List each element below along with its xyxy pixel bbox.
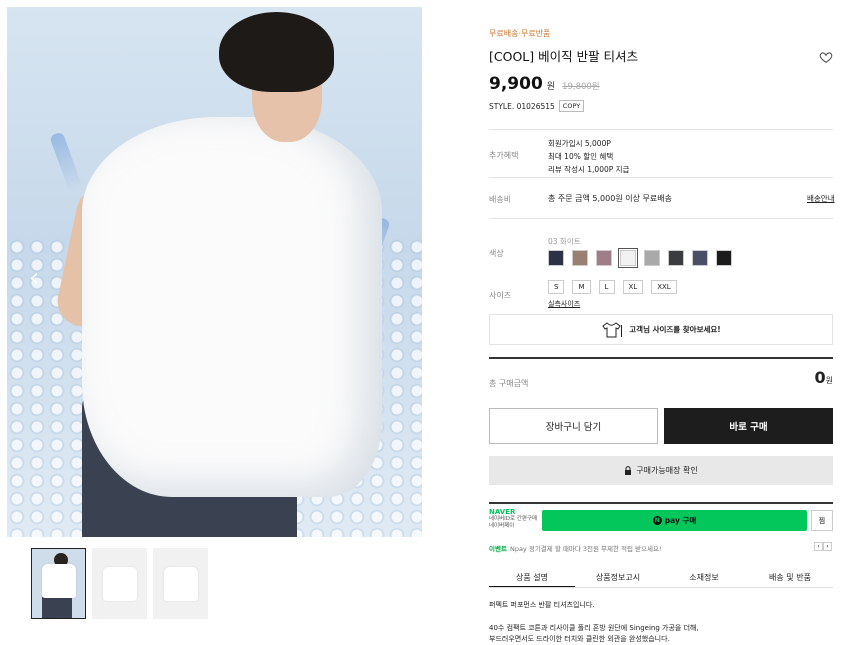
npay-wishlist-button[interactable]: 찜 <box>811 510 833 531</box>
color-swatch[interactable] <box>572 250 588 266</box>
style-row: STYLE. 01026515 COPY <box>489 100 833 112</box>
copy-button[interactable]: COPY <box>558 100 585 112</box>
color-swatch[interactable] <box>692 250 708 266</box>
naver-sub2: 네이버페이 <box>489 523 515 529</box>
color-swatch[interactable] <box>596 250 612 266</box>
size-guide-link[interactable]: 실측사이즈 <box>548 299 580 309</box>
size-option-l[interactable]: L <box>598 280 615 294</box>
thumbnail-back[interactable] <box>153 548 208 619</box>
product-description: 퍼펙트 퍼포먼스 반팔 티셔츠입니다. 40수 컴팩트 코튼과 리사이클 폴리 … <box>489 600 699 645</box>
event-prev-icon[interactable]: ‹ <box>814 542 823 551</box>
shipping-text: 총 주문 금액 5,000원 이상 무료배송 <box>548 194 672 203</box>
size-label: 사이즈 <box>489 291 512 300</box>
npay-event-row: 이벤트 Npay 정기결제 할 때마다 3천원 무제한 적립 받으세요! <box>489 543 662 553</box>
color-swatch[interactable] <box>548 250 564 266</box>
event-next-icon[interactable]: › <box>823 542 832 551</box>
wishlist-heart-icon[interactable] <box>819 50 833 64</box>
size-option-xxl[interactable]: XXL <box>651 280 677 294</box>
sale-price: 9,900 <box>489 74 543 94</box>
color-swatch[interactable] <box>644 250 660 266</box>
tab-3[interactable]: 소재정보 <box>661 570 747 587</box>
price-row: 9,900 원 19,800원 <box>489 74 833 94</box>
tab-2[interactable]: 상품정보고시 <box>575 570 661 587</box>
product-main-image: ‹ <box>7 7 422 537</box>
check-store-label: 구매가능매장 확인 <box>636 466 698 475</box>
detail-tabs: 상품 설명 상품정보고시 소재정보 배송 및 반품 <box>489 570 833 588</box>
lock-icon <box>625 466 632 475</box>
size-option-m[interactable]: M <box>572 280 591 294</box>
benefits-list: 회원가입시 5,000P 최대 10% 할인 혜택 리뷰 작성시 1,000P … <box>548 137 629 176</box>
naver-sub1: 네이버ID로 간편구매 <box>489 516 538 522</box>
event-text: Npay 정기결제 할 때마다 3천원 무제한 적립 받으세요! <box>509 545 662 553</box>
divider <box>489 129 833 130</box>
thumbnail-strip <box>31 548 208 619</box>
size-options: S M L XL XXL <box>548 280 677 294</box>
benefit-item: 최대 10% 할인 혜택 <box>548 152 614 161</box>
npay-buy-button[interactable]: N pay 구매 <box>542 510 807 531</box>
product-info: 무료배송·무료반품 [COOL] 베이직 반팔 티셔츠 9,900 원 19,8… <box>489 28 833 112</box>
price-unit: 원 <box>546 82 556 92</box>
benefit-item: 리뷰 작성시 1,000P 지급 <box>548 165 630 174</box>
buy-now-button[interactable]: 바로 구매 <box>664 408 833 444</box>
selected-color-name: 03 화이트 <box>548 237 581 246</box>
airflow-arrow-graphic <box>49 131 83 193</box>
event-tag: 이벤트 <box>489 545 507 553</box>
size-option-xl[interactable]: XL <box>622 280 644 294</box>
find-size-text: 고객님 사이즈를 찾아보세요! <box>629 325 721 334</box>
description-line: 부드러우면서도 드라이한 터치와 클린한 외관을 완성했습니다. <box>489 635 670 643</box>
divider <box>489 218 833 219</box>
free-shipping-tag: 무료배송·무료반품 <box>489 29 551 38</box>
find-my-size-button[interactable]: 고객님 사이즈를 찾아보세요! <box>489 314 833 345</box>
npay-button-label: pay 구매 <box>664 516 697 525</box>
benefits-label: 추가혜택 <box>489 151 519 160</box>
tab-1[interactable]: 상품 설명 <box>489 570 575 587</box>
shipping-info-link[interactable]: 배송안내 <box>807 193 835 204</box>
total-amount: 0원 <box>814 368 833 387</box>
model-tshirt <box>82 117 382 497</box>
description-line: 퍼펙트 퍼포먼스 반팔 티셔츠입니다. <box>489 601 595 609</box>
total-label: 총 구매금액 <box>489 379 529 388</box>
original-price: 19,800원 <box>562 82 600 92</box>
description-line: 40수 컴팩트 코튼과 리사이클 폴리 혼방 원단에 Singeing 가공을 … <box>489 623 699 632</box>
tshirt-ruler-icon <box>602 321 623 337</box>
npay-n-icon: N <box>652 516 662 525</box>
color-swatch[interactable] <box>668 250 684 266</box>
check-store-button[interactable]: 구매가능매장 확인 <box>489 456 833 485</box>
thumbnail-model[interactable] <box>31 548 86 619</box>
model-hair <box>219 12 334 92</box>
thumbnail-front[interactable] <box>92 548 147 619</box>
shipping-label: 배송비 <box>489 195 512 204</box>
divider-strong <box>489 502 833 504</box>
benefit-item: 회원가입시 5,000P <box>548 139 611 148</box>
add-to-cart-button[interactable]: 장바구니 담기 <box>489 408 658 444</box>
divider-strong <box>489 357 833 359</box>
event-nav: ‹ › <box>814 542 832 551</box>
style-code: STYLE. 01026515 <box>489 101 555 111</box>
color-swatch[interactable] <box>716 250 732 266</box>
gallery-prev-arrow-icon[interactable]: ‹ <box>29 265 39 291</box>
color-swatches <box>548 248 732 268</box>
color-swatch[interactable] <box>618 248 638 268</box>
product-title: [COOL] 베이직 반팔 티셔츠 <box>489 49 639 64</box>
tab-4[interactable]: 배송 및 반품 <box>747 570 833 587</box>
naver-pay-brand: NAVER 네이버ID로 간편구매 네이버페이 <box>489 508 541 530</box>
size-option-s[interactable]: S <box>548 280 565 294</box>
divider <box>489 177 833 178</box>
color-label: 색상 <box>489 249 504 258</box>
naver-logo-text: NAVER <box>489 508 516 516</box>
